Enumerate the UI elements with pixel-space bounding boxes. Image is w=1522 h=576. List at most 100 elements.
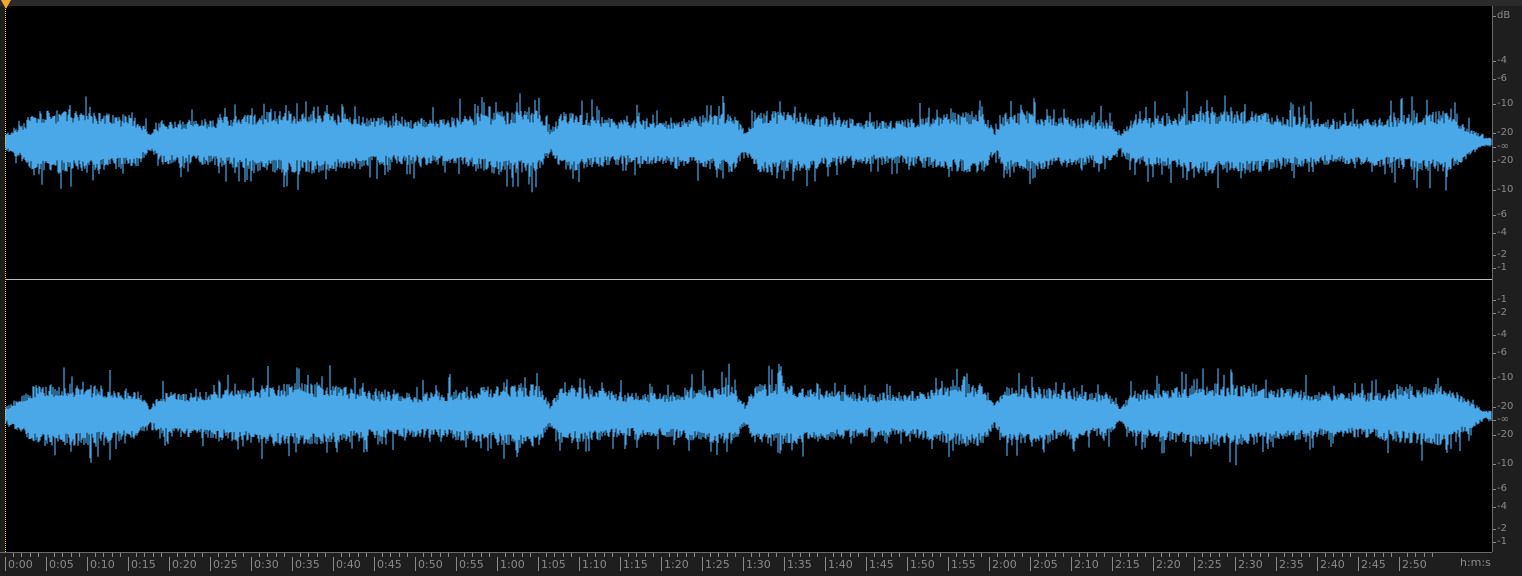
time-tick-label: 2:25 — [1194, 557, 1222, 571]
time-tick-label: 1:55 — [948, 557, 976, 571]
time-minor-tick — [833, 553, 835, 557]
time-tick-label: 2:00 — [989, 557, 1017, 571]
db-tick-label: -6 — [1493, 347, 1507, 358]
time-tick-label: 2:50 — [1399, 557, 1427, 571]
channel-divider[interactable] — [5, 279, 1492, 280]
time-tick-label: 1:35 — [784, 557, 812, 571]
time-minor-tick — [324, 553, 326, 557]
db-tick-label: -1 — [1493, 536, 1507, 547]
db-tick-label: -1 — [1493, 294, 1507, 305]
time-minor-tick — [628, 553, 630, 557]
time-minor-tick — [1382, 553, 1384, 557]
time-minor-tick — [201, 553, 203, 557]
time-minor-tick — [915, 553, 917, 557]
time-minor-tick — [341, 553, 343, 557]
time-minor-tick — [1202, 553, 1204, 557]
time-minor-tick — [1308, 553, 1310, 557]
time-minor-tick — [431, 553, 433, 557]
time-minor-tick — [1087, 553, 1089, 557]
time-minor-tick — [62, 553, 64, 557]
time-minor-tick — [595, 553, 597, 557]
time-tick-label: 1:05 — [538, 557, 566, 571]
db-tick-label: -4 — [1493, 329, 1507, 340]
db-tick-label: -20 — [1492, 127, 1514, 138]
db-tick-label: -6 — [1493, 209, 1507, 220]
time-minor-tick — [677, 553, 679, 557]
time-minor-tick — [464, 553, 466, 557]
time-minor-tick — [283, 553, 285, 557]
time-minor-tick — [792, 553, 794, 557]
time-minor-tick — [1292, 553, 1294, 557]
time-minor-tick — [1120, 553, 1122, 557]
time-minor-tick — [726, 553, 728, 557]
time-minor-tick — [718, 553, 720, 557]
time-ruler[interactable]: 0:00 0:05 0:10 0:15 0:20 0:25 0:30 0:35 0:40 0:45… — [0, 552, 1492, 576]
db-tick-label: -∞ — [1493, 141, 1509, 152]
time-minor-tick — [767, 553, 769, 557]
time-minor-tick — [103, 553, 105, 557]
db-tick-label: -4 — [1493, 227, 1507, 238]
time-minor-tick — [882, 553, 884, 557]
time-tick-label: 2:20 — [1153, 557, 1181, 571]
time-tick-label: 2:05 — [1030, 557, 1058, 571]
playhead-marker-icon[interactable] — [1, 0, 11, 9]
time-tick-label: 2:10 — [1071, 557, 1099, 571]
time-minor-tick — [152, 553, 154, 557]
time-minor-tick — [275, 553, 277, 557]
time-minor-tick — [1259, 553, 1261, 557]
time-minor-tick — [972, 553, 974, 557]
time-minor-tick — [1021, 553, 1023, 557]
time-minor-tick — [1128, 553, 1130, 557]
time-tick-label: 1:25 — [702, 557, 730, 571]
time-minor-tick — [1333, 553, 1335, 557]
time-minor-tick — [562, 553, 564, 557]
time-minor-tick — [1423, 553, 1425, 557]
db-tick-label: -20 — [1492, 401, 1514, 412]
time-minor-tick — [193, 553, 195, 557]
time-tick-label: 2:15 — [1112, 557, 1140, 571]
time-tick-label: 0:15 — [128, 557, 156, 571]
time-minor-tick — [570, 553, 572, 557]
time-minor-tick — [1185, 553, 1187, 557]
time-minor-tick — [800, 553, 802, 557]
time-minor-tick — [587, 553, 589, 557]
time-minor-tick — [890, 553, 892, 557]
time-minor-tick — [1062, 553, 1064, 557]
time-minor-tick — [406, 553, 408, 557]
db-tick-label: -10 — [1492, 458, 1514, 469]
time-minor-tick — [218, 553, 220, 557]
time-minor-tick — [160, 553, 162, 557]
time-minor-tick — [144, 553, 146, 557]
time-minor-tick — [759, 553, 761, 557]
time-minor-tick — [1038, 553, 1040, 557]
playhead[interactable] — [1, 0, 11, 552]
time-tick-label: 0:50 — [415, 557, 443, 571]
time-minor-tick — [644, 553, 646, 557]
time-minor-tick — [95, 553, 97, 557]
time-minor-tick — [111, 553, 113, 557]
time-tick-label: 1:00 — [497, 557, 525, 571]
db-tick-label: -10 — [1492, 372, 1514, 383]
time-minor-tick — [849, 553, 851, 557]
time-minor-tick — [398, 553, 400, 557]
time-minor-tick — [1103, 553, 1105, 557]
db-unit-label: dB — [1492, 10, 1511, 21]
time-minor-tick — [390, 553, 392, 557]
db-tick-label: -20 — [1492, 155, 1514, 166]
time-minor-tick — [1079, 553, 1081, 557]
time-minor-tick — [70, 553, 72, 557]
time-minor-tick — [652, 553, 654, 557]
time-minor-tick — [1243, 553, 1245, 557]
time-tick-label: 0:40 — [333, 557, 361, 571]
time-tick-label: 1:30 — [743, 557, 771, 571]
time-minor-tick — [447, 553, 449, 557]
time-minor-tick — [505, 553, 507, 557]
time-minor-tick — [997, 553, 999, 557]
time-minor-tick — [693, 553, 695, 557]
time-tick-label: 2:30 — [1235, 557, 1263, 571]
time-tick-label: 0:20 — [169, 557, 197, 571]
time-minor-tick — [1415, 553, 1417, 557]
time-minor-tick — [956, 553, 958, 557]
time-minor-tick — [78, 553, 80, 557]
time-minor-tick — [939, 553, 941, 557]
